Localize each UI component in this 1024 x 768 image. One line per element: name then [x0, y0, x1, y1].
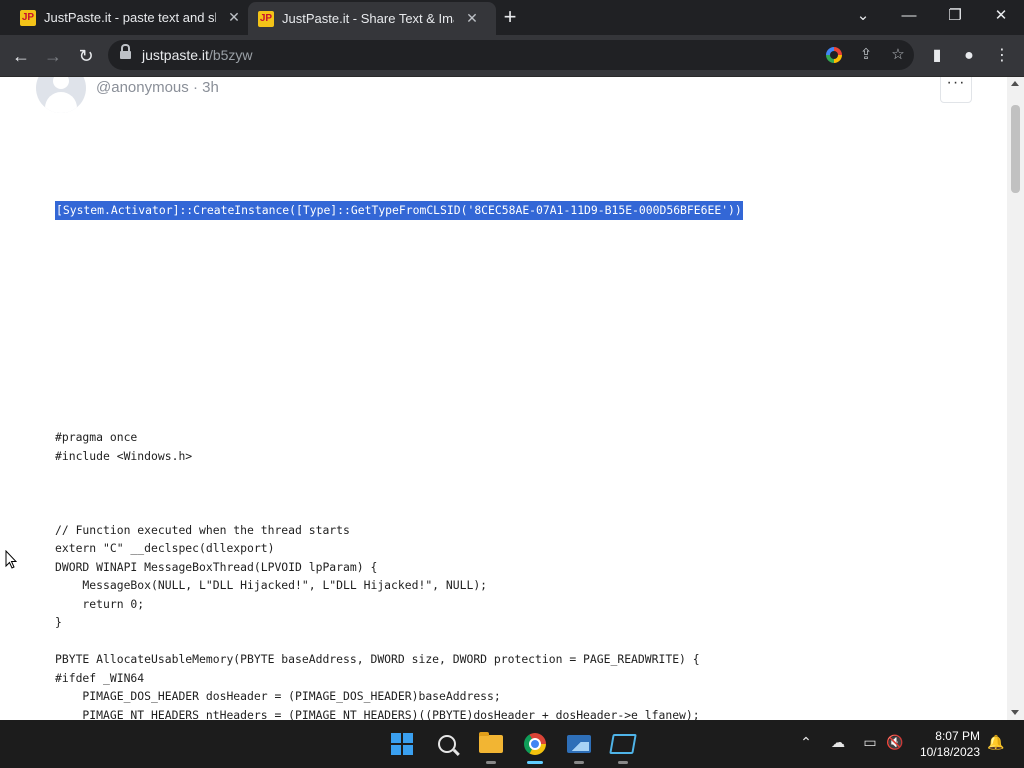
new-tab-button[interactable]: + [498, 5, 522, 29]
tab-strip: JP JustPaste.it - paste text and share ✕… [0, 0, 1024, 35]
start-button[interactable] [386, 728, 418, 760]
app-button[interactable] [607, 728, 639, 764]
tab-justpaste-2[interactable]: JP JustPaste.it - Share Text & Images ✕ [248, 2, 496, 35]
back-arrow-icon[interactable]: ← [8, 43, 34, 69]
lock-icon[interactable] [120, 44, 131, 59]
code-line: #include <Windows.h> [55, 448, 193, 463]
post-age: 3h [202, 79, 219, 96]
code-block[interactable]: #pragma once #include <Windows.h> // Func… [55, 428, 700, 720]
post-meta: @anonymous · 3h [96, 79, 219, 96]
photos-icon [567, 735, 591, 753]
cloud-icon[interactable]: ☁ [828, 734, 848, 751]
clock-time: 8:07 PM [935, 729, 980, 743]
tab-title: JustPaste.it - paste text and share [44, 10, 216, 25]
selected-code-line[interactable]: [System.Activator]::CreateInstance([Type… [55, 201, 743, 220]
code-line: MessageBox(NULL, L"DLL Hijacked!", L"DLL… [55, 578, 488, 592]
profile-icon[interactable]: ● [956, 43, 982, 69]
avatar[interactable] [36, 77, 86, 113]
menu-kebab-icon[interactable]: ⋮ [989, 43, 1015, 69]
clock-date: 10/18/2023 [919, 745, 980, 759]
tab-close-icon[interactable]: ✕ [464, 10, 480, 27]
restore-icon[interactable]: ❐ [940, 4, 970, 28]
show-hidden-icons-chevron-up-icon[interactable]: ⌃ [796, 734, 816, 751]
code-line: return 0; [55, 596, 145, 611]
address-bar[interactable]: justpaste.it/b5zyw ⇪ ☆ [108, 40, 914, 70]
code-line: DWORD WINAPI MessageBoxThread(LPVOID lpP… [55, 559, 378, 574]
close-icon[interactable]: ✕ [986, 4, 1016, 28]
tab-search-chevron-down-icon[interactable]: ⌄ [848, 4, 878, 28]
search-button[interactable] [431, 728, 463, 760]
bookmark-star-icon[interactable]: ☆ [887, 44, 909, 66]
notification-bell-icon[interactable]: 🔔 [986, 734, 1006, 751]
side-panel-icon[interactable]: ▮ [924, 43, 950, 69]
share-icon[interactable]: ⇪ [855, 44, 877, 66]
code-line: PIMAGE_DOS_HEADER dosHeader = (PIMAGE_DO… [55, 689, 501, 703]
chrome-icon [524, 733, 546, 755]
taskbar: ⌃ ☁ ▭ 🔇 8:07 PM 10/18/2023 🔔 [0, 720, 1024, 768]
code-line: PBYTE AllocateUsableMemory(PBYTE baseAdd… [55, 652, 700, 666]
justpaste-favicon-icon: JP [20, 9, 36, 26]
file-explorer-icon [479, 732, 503, 753]
chrome-button[interactable] [519, 728, 551, 764]
page-content: @anonymous · 3h ··· [System.Activator]::… [0, 77, 1007, 720]
tab-title: JustPaste.it - Share Text & Images [282, 11, 454, 26]
network-icon[interactable]: ▭ [860, 734, 880, 751]
forward-arrow-icon[interactable]: → [40, 43, 66, 69]
scroll-down-arrow-icon[interactable] [1011, 710, 1019, 715]
tab-close-icon[interactable]: ✕ [226, 9, 242, 26]
justpaste-favicon-icon: JP [258, 10, 274, 27]
code-line: extern "C" __declspec(dllexport) [55, 541, 275, 555]
file-explorer-button[interactable] [475, 728, 507, 764]
code-line: PIMAGE_NT_HEADERS ntHeaders = (PIMAGE_NT… [55, 707, 700, 721]
url-text[interactable]: justpaste.it/b5zyw [142, 47, 253, 63]
minimize-icon[interactable]: — [894, 4, 924, 28]
photos-button[interactable] [563, 728, 595, 764]
search-icon [438, 735, 456, 753]
tab-justpaste-1[interactable]: JP JustPaste.it - paste text and share ✕ [10, 0, 258, 35]
mouse-cursor-icon [5, 550, 17, 569]
code-line: // Function executed when the thread sta… [55, 522, 350, 537]
code-line: } [55, 615, 62, 629]
code-line: #pragma once [55, 430, 138, 444]
code-line: #ifdef _WIN64 [55, 670, 145, 685]
windows-start-icon [391, 733, 413, 755]
author-name[interactable]: @anonymous [96, 79, 189, 96]
clock[interactable]: 8:07 PM 10/18/2023 [912, 728, 980, 760]
toolbar: ← → ↻ justpaste.it/b5zyw ⇪ ☆ ▮ ● ⋮ [0, 35, 1024, 77]
volume-muted-icon[interactable]: 🔇 [885, 734, 905, 751]
scrollbar[interactable] [1007, 77, 1024, 720]
scroll-thumb[interactable] [1011, 105, 1020, 193]
google-lens-icon[interactable] [826, 47, 842, 63]
more-options-button[interactable]: ··· [940, 77, 972, 103]
app-icon [609, 734, 637, 754]
reload-icon[interactable]: ↻ [73, 43, 99, 69]
scroll-up-arrow-icon[interactable] [1011, 81, 1019, 86]
